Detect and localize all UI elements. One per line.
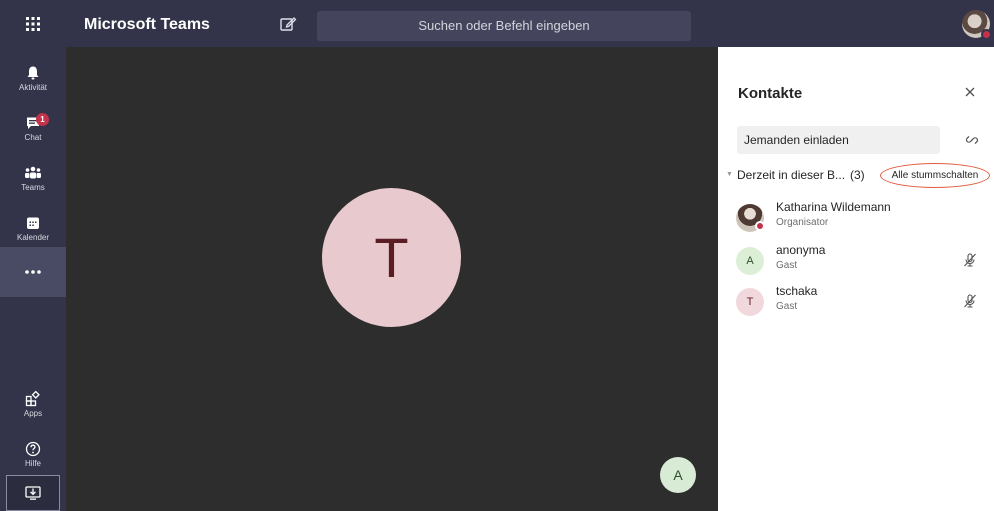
invite-input[interactable]: Jemanden einladen bbox=[737, 126, 940, 154]
chevron-down-icon: ▼ bbox=[726, 171, 733, 178]
participant-avatar: T bbox=[736, 288, 764, 316]
main-participant-avatar: T bbox=[322, 188, 461, 327]
apps-icon bbox=[25, 390, 40, 406]
participant-avatar: A bbox=[736, 247, 764, 275]
download-app-button[interactable] bbox=[6, 475, 60, 511]
section-count: (3) bbox=[850, 168, 865, 182]
more-icon bbox=[25, 270, 41, 274]
status-busy-icon bbox=[755, 221, 765, 231]
participant-row[interactable]: Katharina Wildemann Organisator bbox=[736, 200, 986, 236]
rail-label: Chat bbox=[24, 132, 42, 142]
rail-label: Kalender bbox=[16, 232, 50, 242]
rail-item-teams[interactable]: Teams bbox=[0, 153, 66, 203]
rail-item-help[interactable]: Hilfe bbox=[0, 429, 66, 479]
rail-item-more[interactable] bbox=[0, 247, 66, 297]
close-icon[interactable] bbox=[963, 85, 977, 99]
participant-role: Organisator bbox=[776, 217, 829, 228]
panel-title: Kontakte bbox=[738, 85, 803, 102]
user-avatar[interactable] bbox=[962, 10, 992, 40]
help-icon bbox=[25, 441, 41, 456]
app-launcher-icon[interactable] bbox=[0, 0, 66, 47]
participant-name: anonyma bbox=[776, 243, 826, 257]
copy-link-icon[interactable] bbox=[964, 132, 980, 148]
search-input[interactable]: Suchen oder Befehl eingeben bbox=[317, 11, 691, 41]
participant-role: Gast bbox=[776, 260, 798, 271]
bell-icon bbox=[27, 66, 39, 79]
download-icon bbox=[25, 486, 41, 500]
rail-label: Apps bbox=[23, 408, 43, 418]
rail-item-apps[interactable]: Apps bbox=[0, 379, 66, 429]
participant-name: tschaka bbox=[776, 284, 818, 298]
mute-all-button[interactable]: Alle stummschalten bbox=[880, 163, 990, 188]
rail-item-chat[interactable]: Chat 1 bbox=[0, 103, 66, 153]
teams-icon bbox=[25, 166, 41, 178]
meeting-stage: T A bbox=[66, 47, 718, 511]
mic-off-icon[interactable] bbox=[962, 293, 978, 309]
status-busy-icon bbox=[981, 29, 992, 40]
app-title: Microsoft Teams bbox=[84, 16, 210, 33]
rail-label: Teams bbox=[21, 182, 45, 192]
chat-badge: 1 bbox=[36, 113, 49, 126]
participant-name: Katharina Wildemann bbox=[776, 200, 891, 214]
compose-icon[interactable] bbox=[279, 15, 297, 33]
self-view-avatar[interactable]: A bbox=[660, 457, 696, 493]
rail-item-calendar[interactable]: Kalender bbox=[0, 203, 66, 253]
contacts-panel: Kontakte Jemanden einladen ▼ Derzeit in … bbox=[718, 47, 994, 511]
rail-label: Hilfe bbox=[24, 458, 41, 468]
calendar-icon bbox=[27, 217, 39, 229]
participant-role: Gast bbox=[776, 301, 798, 312]
section-label: Derzeit in dieser B... bbox=[737, 168, 846, 182]
mic-off-icon[interactable] bbox=[962, 252, 978, 268]
participant-row[interactable]: T tschaka Gast bbox=[736, 284, 986, 320]
left-rail: Aktivität Chat 1 Teams Kalender Apps Hil… bbox=[0, 47, 66, 511]
participant-row[interactable]: A anonyma Gast bbox=[736, 243, 986, 279]
rail-item-activity[interactable]: Aktivität bbox=[0, 53, 66, 103]
rail-label: Aktivität bbox=[18, 82, 47, 92]
top-bar: Microsoft Teams Suchen oder Befehl einge… bbox=[0, 0, 994, 47]
